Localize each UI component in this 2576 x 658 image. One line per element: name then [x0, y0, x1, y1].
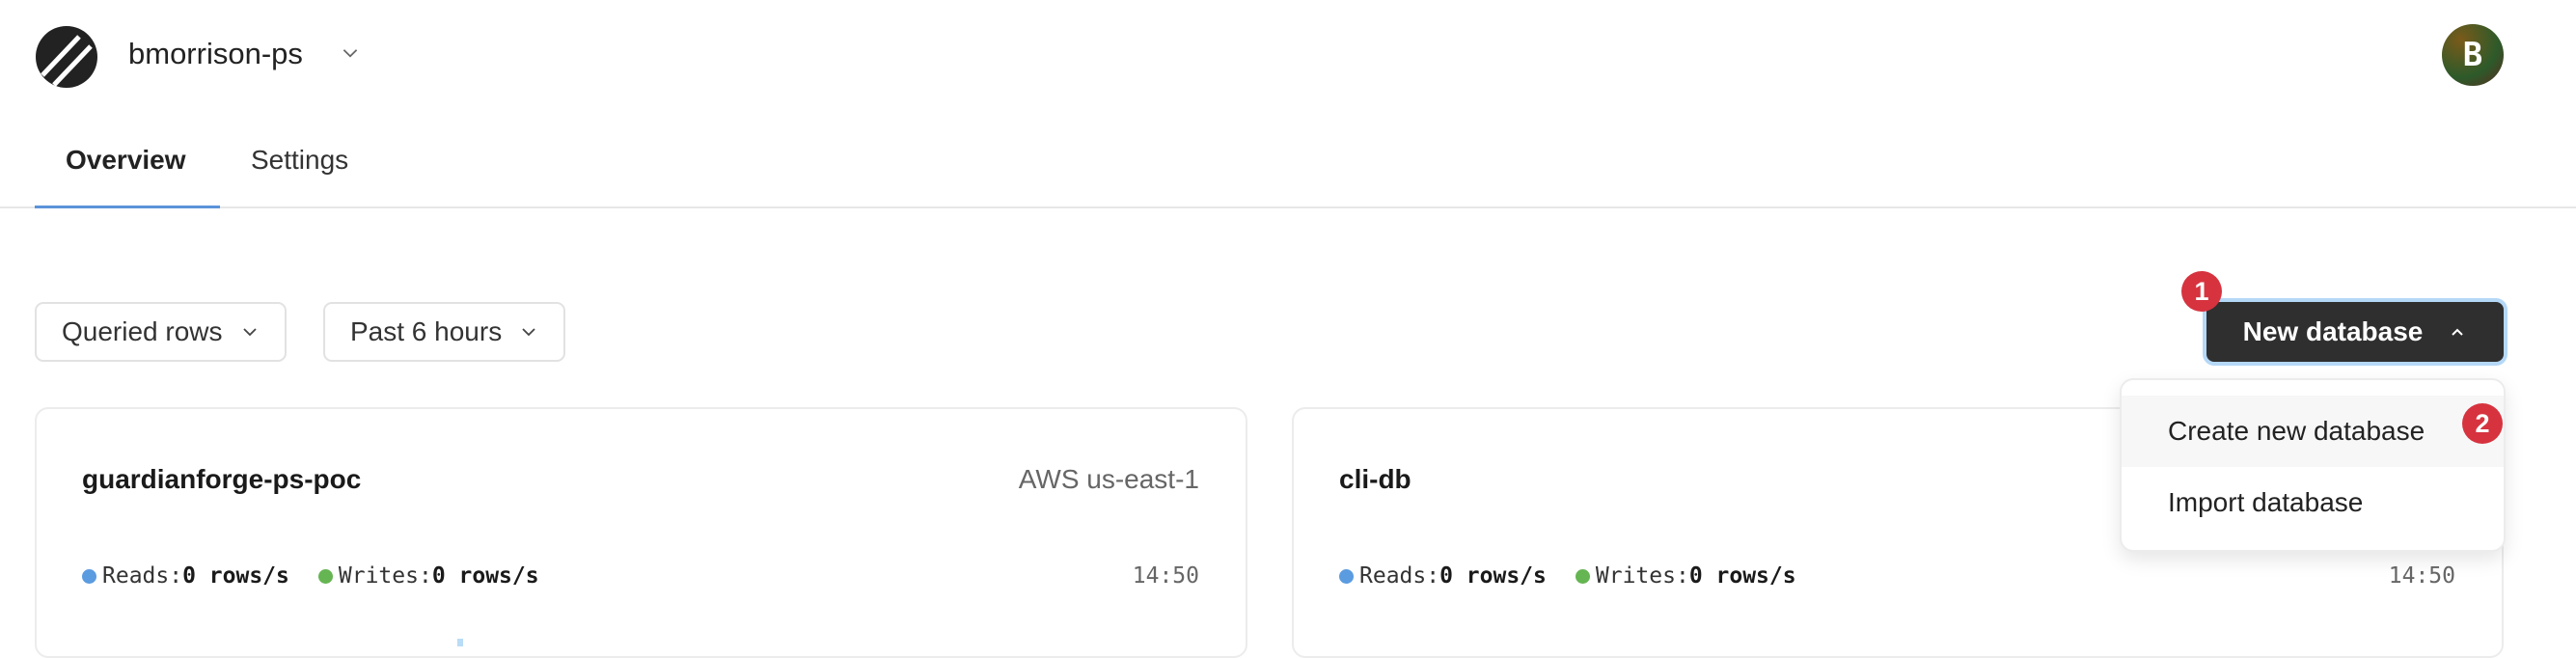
metric-select-label: Queried rows: [62, 316, 223, 346]
database-stats: Reads: 0 rows/s Writes: 0 rows/s: [1339, 563, 1825, 589]
reads-label: Reads:: [1359, 563, 1440, 589]
avatar-initial: B: [2462, 36, 2483, 74]
stats-time: 14:50: [2388, 563, 2455, 589]
writes-label: Writes:: [338, 563, 432, 589]
writes-dot-icon: [1575, 568, 1590, 584]
menu-item-create-new-database[interactable]: Create new database: [2122, 396, 2504, 467]
tabs-divider: [0, 206, 2576, 208]
database-region: AWS us-east-1: [1018, 464, 1199, 494]
database-name[interactable]: cli-db: [1339, 464, 1411, 495]
reads-value: 0 rows/s: [1439, 563, 1547, 589]
tab-settings[interactable]: Settings: [251, 145, 348, 176]
stats-time: 14:50: [1132, 563, 1199, 589]
chevron-down-icon: [242, 328, 257, 337]
planetscale-logo-icon[interactable]: [35, 25, 98, 89]
database-name[interactable]: guardianforge-ps-poc: [82, 464, 361, 495]
reads-value: 0 rows/s: [182, 563, 289, 589]
writes-dot-icon: [317, 568, 333, 584]
menu-item-import-database[interactable]: Import database: [2122, 467, 2504, 538]
writes-value: 0 rows/s: [1688, 563, 1796, 589]
active-tab-indicator: [35, 206, 220, 208]
chevron-down-icon: [522, 328, 535, 337]
writes-label: Writes:: [1595, 563, 1689, 589]
new-database-label: New database: [2242, 316, 2424, 346]
new-database-menu: Create new database Import database: [2120, 378, 2506, 552]
writes-value: 0 rows/s: [431, 563, 539, 589]
chevron-down-icon[interactable]: [340, 42, 361, 64]
metric-select[interactable]: Queried rows: [35, 302, 287, 362]
avatar[interactable]: B: [2442, 24, 2504, 86]
tab-overview[interactable]: Overview: [66, 145, 186, 176]
new-database-button[interactable]: New database: [2203, 298, 2507, 366]
chart-bar: [457, 639, 463, 646]
reads-dot-icon: [1339, 568, 1354, 584]
step-badge-2: 2: [2462, 403, 2503, 444]
database-card[interactable]: guardianforge-ps-poc AWS us-east-1 Reads…: [35, 407, 1247, 658]
time-range-select[interactable]: Past 6 hours: [323, 302, 566, 362]
org-name[interactable]: bmorrison-ps: [128, 37, 303, 71]
reads-dot-icon: [82, 568, 96, 584]
time-range-label: Past 6 hours: [350, 316, 503, 346]
chevron-up-icon: [2452, 328, 2464, 336]
step-badge-1: 1: [2181, 271, 2222, 312]
database-stats: Reads: 0 rows/s Writes: 0 rows/s: [82, 563, 568, 589]
reads-label: Reads:: [102, 563, 183, 589]
